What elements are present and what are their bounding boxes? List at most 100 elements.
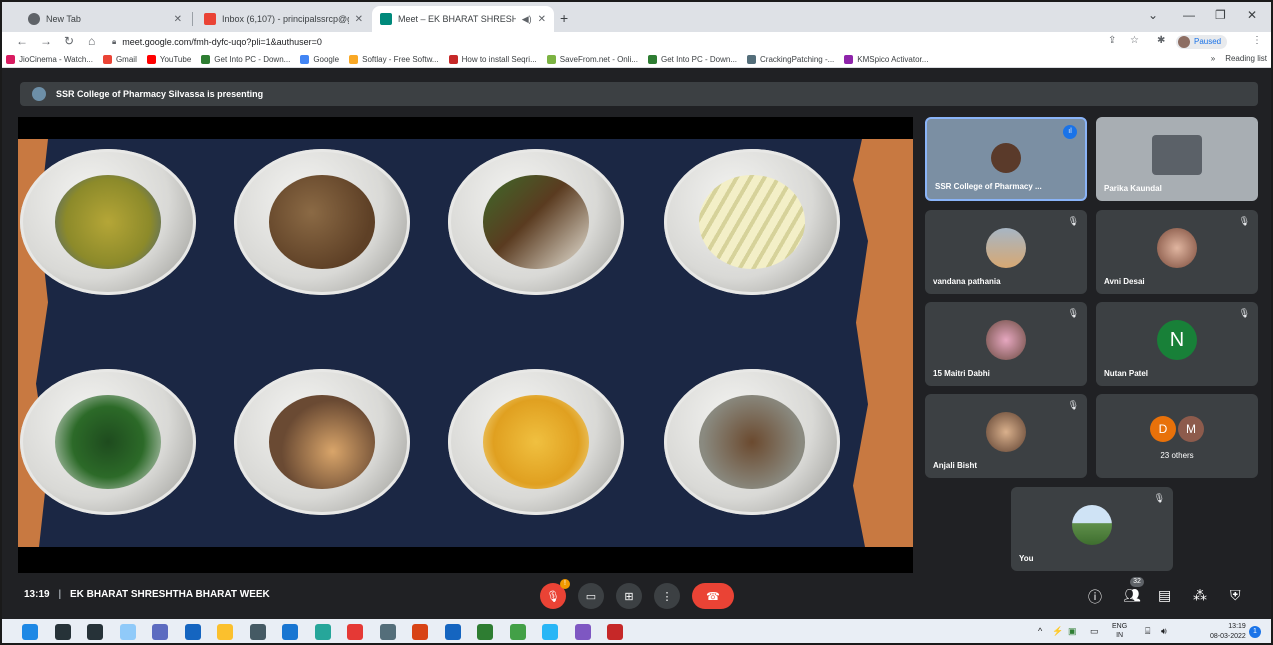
reading-list-button[interactable]: Reading list — [1225, 54, 1267, 63]
bookmark-label: Gmail — [115, 55, 137, 64]
start-menu-icon[interactable] — [22, 624, 38, 640]
info-icon[interactable]: ⓘ — [1088, 587, 1102, 607]
people-count-badge: 32 — [1130, 577, 1144, 587]
bookmark-item[interactable]: How to install Seqri... — [448, 55, 537, 64]
language-indicator[interactable]: ENG IN — [1112, 622, 1127, 640]
todo-icon[interactable] — [184, 624, 201, 640]
widgets-icon[interactable] — [119, 624, 136, 640]
restore-icon[interactable]: ❐ — [1215, 8, 1226, 22]
tab-search-icon[interactable]: ⌄ — [1148, 8, 1158, 22]
activities-icon[interactable]: ⁂ — [1193, 587, 1207, 604]
bookmark-item[interactable]: Softlay - Free Softw... — [349, 55, 439, 64]
minimize-icon[interactable]: — — [1183, 8, 1195, 22]
participant-tile[interactable]: 🎙︎ N Nutan Patel — [1096, 302, 1258, 386]
presenter-avatar — [32, 87, 46, 101]
forward-arrow-icon[interactable]: → — [40, 34, 52, 48]
close-icon[interactable]: ✕ — [174, 14, 182, 25]
host-controls-icon[interactable]: ⛨ — [1230, 587, 1241, 604]
close-icon[interactable]: ✕ — [538, 14, 546, 25]
bookmark-label: How to install Seqri... — [461, 55, 537, 64]
bookmark-star-icon[interactable]: ☆ — [1130, 35, 1139, 46]
meet-control-bar: 13:19 | EK BHARAT SHRESHTHA BHARAT WEEK … — [0, 573, 1273, 619]
bookmark-label: SaveFrom.net - Onli... — [559, 55, 638, 64]
tray-app-icon[interactable]: ▣ — [1068, 626, 1077, 637]
chrome-profile-icon[interactable] — [574, 624, 591, 640]
food-plate-image — [20, 149, 196, 295]
new-tab-button[interactable]: + — [560, 10, 568, 26]
chrome-icon[interactable] — [509, 624, 526, 640]
participant-tile[interactable]: 🎙︎ Avni Desai — [1096, 210, 1258, 294]
participant-tile[interactable]: ıl SSR College of Pharmacy ... — [925, 117, 1087, 201]
bookmark-item[interactable]: SaveFrom.net - Onli... — [546, 55, 638, 64]
bookmark-item[interactable]: Gmail — [102, 55, 137, 64]
tab-title: New Tab — [46, 14, 81, 24]
tray-app-icon[interactable]: ▭ — [1090, 626, 1099, 637]
pdf-icon[interactable] — [607, 624, 623, 640]
extensions-icon[interactable]: ✱ — [1157, 35, 1165, 46]
avatar: N — [1157, 320, 1197, 360]
people-icon[interactable]: 👥︎ — [1123, 587, 1141, 604]
more-options-button[interactable]: ⋮ — [654, 583, 680, 609]
task-view-icon[interactable] — [87, 624, 103, 640]
tray-app-icon[interactable]: ⚡ — [1052, 626, 1063, 637]
paint-icon[interactable] — [542, 624, 558, 640]
powerpoint-icon[interactable] — [412, 624, 428, 640]
participant-name: 15 Maitri Dabhi — [933, 369, 990, 378]
meeting-details: 13:19 | EK BHARAT SHRESHTHA BHARAT WEEK — [24, 589, 270, 600]
bookmark-item[interactable]: CrackingPatching -... — [747, 55, 834, 64]
back-arrow-icon[interactable]: ← — [16, 34, 28, 48]
chrome-icon — [28, 13, 40, 25]
volume-icon[interactable]: 🔊︎ — [1161, 626, 1167, 637]
present-now-button[interactable]: ⊞ — [616, 583, 642, 609]
bookmark-item[interactable]: KMSpico Activator... — [844, 55, 928, 64]
word-icon[interactable] — [444, 624, 461, 640]
notification-badge[interactable]: 1 — [1249, 626, 1261, 638]
bookmark-item[interactable]: JioCinema - Watch... — [6, 55, 93, 64]
participant-tile[interactable]: Parika Kaundal — [1096, 117, 1258, 201]
file-explorer-icon[interactable] — [217, 624, 233, 640]
present-icon: ⊞ — [624, 590, 634, 603]
window-close-icon[interactable]: ✕ — [1247, 8, 1257, 22]
share-icon[interactable]: ⇪ — [1108, 35, 1116, 46]
mail-icon[interactable] — [282, 624, 298, 640]
participant-tile[interactable]: 🎙︎ Anjali Bisht — [925, 394, 1087, 478]
excel-icon[interactable] — [477, 624, 493, 640]
leave-call-button[interactable]: ☎ — [692, 583, 734, 609]
bookmark-favicon-icon — [6, 55, 15, 64]
home-icon[interactable]: ⌂ — [88, 34, 95, 48]
bookmark-item[interactable]: Get Into PC - Down... — [201, 55, 290, 64]
participant-tile[interactable]: 🎙︎ 15 Maitri Dabhi — [925, 302, 1087, 386]
address-bar[interactable]: 🔒︎ meet.google.com/fmh-dyfc-uqo?pli=1&au… — [112, 33, 1212, 51]
participant-tile-others[interactable]: D M 23 others — [1096, 394, 1258, 478]
system-clock[interactable]: 13:19 08-03-2022 — [1210, 622, 1246, 642]
profile-button[interactable]: Paused — [1176, 35, 1228, 49]
youtube-icon[interactable] — [347, 624, 363, 640]
kebab-menu-icon[interactable]: ⋮ — [1252, 35, 1262, 46]
chat-icon[interactable]: ▤ — [1158, 587, 1171, 604]
edge-icon[interactable] — [314, 624, 331, 640]
calculator-icon[interactable] — [249, 624, 266, 640]
reload-icon[interactable]: ↻ — [64, 34, 74, 48]
self-tile[interactable]: 🎙︎ You — [1011, 487, 1173, 571]
participant-tile[interactable]: 🎙︎ vandana pathania — [925, 210, 1087, 294]
close-icon[interactable]: ✕ — [355, 14, 363, 25]
speaking-icon: ıl — [1063, 125, 1077, 139]
bookmark-item[interactable]: Google — [300, 55, 339, 64]
avatar — [1072, 505, 1112, 545]
network-icon[interactable]: ⌸ — [1145, 626, 1150, 637]
teams-chat-icon[interactable] — [152, 624, 168, 640]
tab-gmail[interactable]: Inbox (6,107) - principalssrcp@g ✕ — [196, 6, 371, 32]
photos-icon[interactable] — [379, 624, 396, 640]
camera-toggle-button[interactable]: ▭ — [578, 583, 604, 609]
tab-new-tab[interactable]: New Tab ✕ — [20, 6, 190, 32]
bookmarks-overflow-button[interactable]: » — [1211, 54, 1215, 63]
bookmark-item[interactable]: YouTube — [146, 55, 191, 64]
bookmark-item[interactable]: Get Into PC - Down... — [647, 55, 738, 64]
bookmark-label: Get Into PC - Down... — [660, 55, 738, 64]
audio-playing-icon[interactable]: ◀) — [522, 14, 532, 25]
tray-expand-icon[interactable]: ^ — [1038, 626, 1042, 636]
search-icon[interactable] — [54, 624, 71, 640]
bookmark-favicon-icon — [844, 55, 854, 64]
tab-meet[interactable]: Meet – EK BHARAT SHRESHT ◀) ✕ — [372, 6, 554, 32]
bookmark-favicon-icon — [747, 55, 757, 64]
